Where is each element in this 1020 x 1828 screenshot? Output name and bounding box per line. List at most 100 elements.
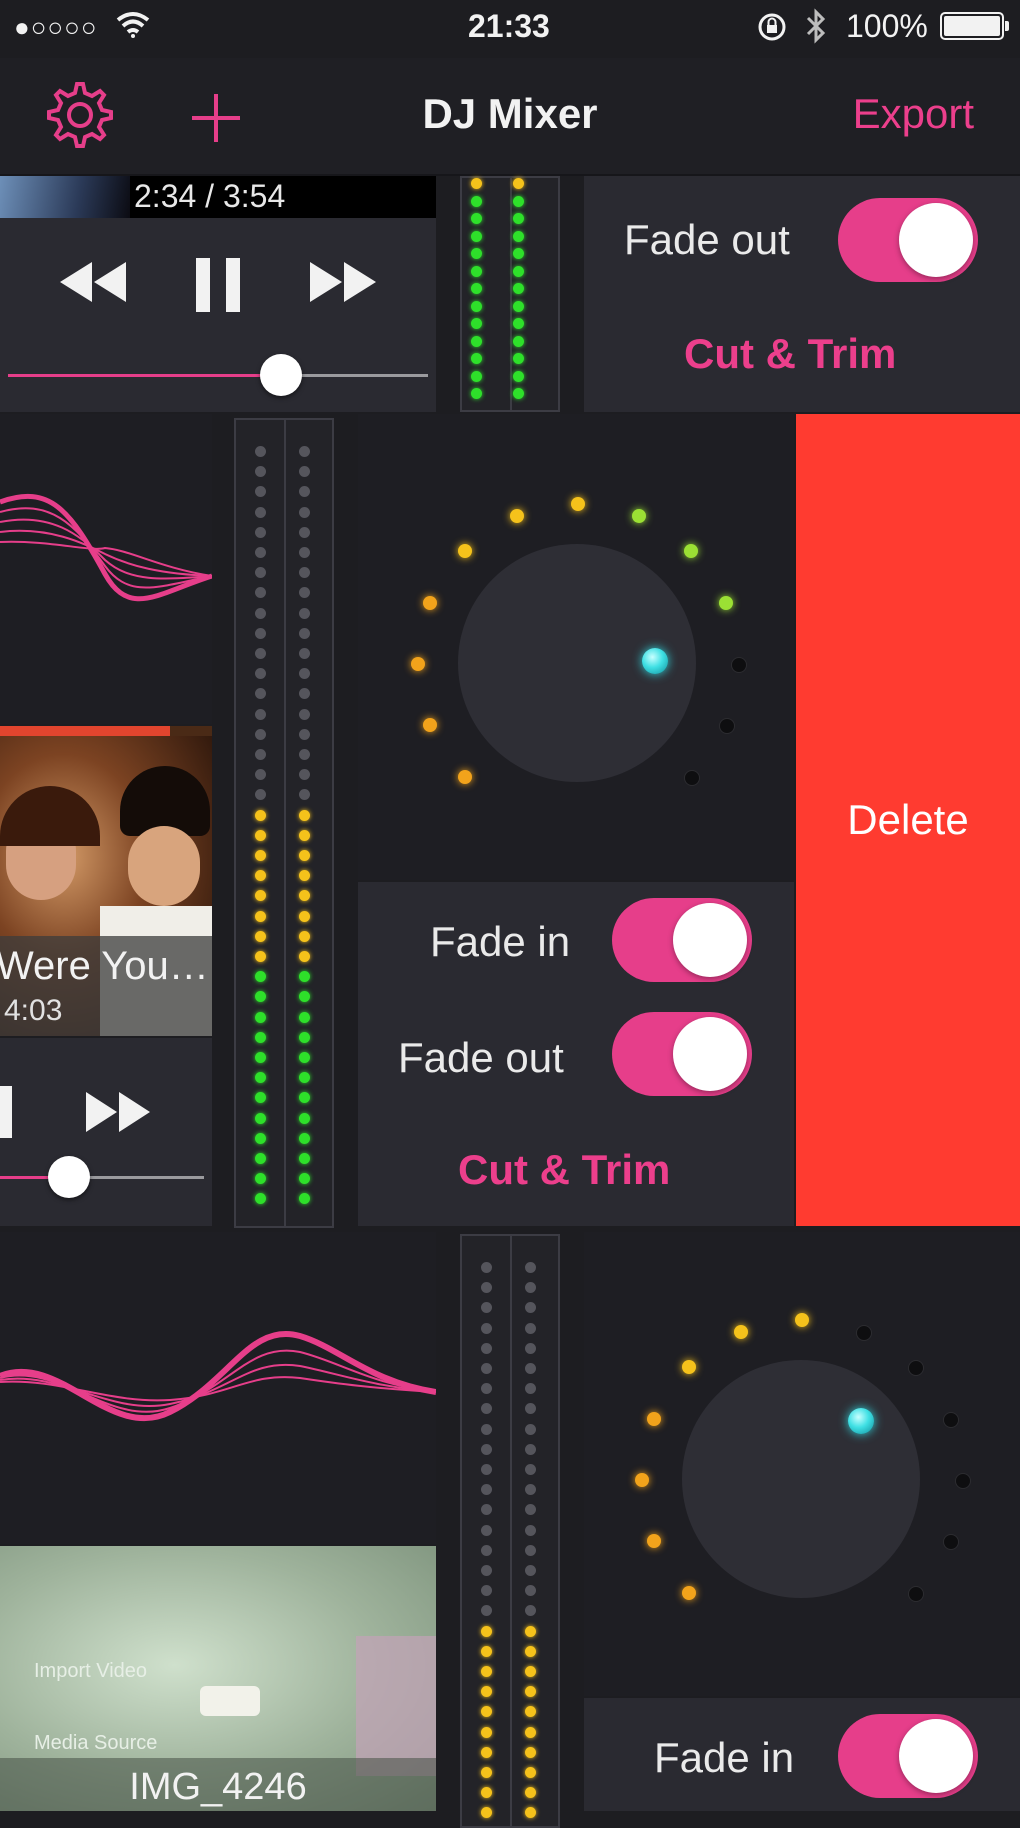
knob-led <box>423 595 438 610</box>
knob-led <box>856 1325 873 1342</box>
level-dot <box>525 1686 536 1698</box>
level-dot <box>525 1363 536 1374</box>
level-dot <box>471 178 482 189</box>
level-dot <box>299 668 310 680</box>
level-dot <box>481 1484 492 1496</box>
level-dot <box>513 300 524 312</box>
track-2-waveform-panel <box>0 414 213 724</box>
level-dot <box>255 991 266 1003</box>
level-dot <box>299 870 310 882</box>
level-dot <box>255 930 266 942</box>
level-dot <box>255 486 266 498</box>
track-2-player <box>0 1038 212 1226</box>
track-2-cut-trim-button[interactable]: Cut & Trim <box>458 1146 670 1194</box>
knob-led <box>684 543 699 558</box>
level-dot <box>471 265 482 277</box>
level-dot <box>481 1807 492 1819</box>
level-dot <box>525 1383 536 1395</box>
knob-led <box>423 718 438 733</box>
rewind-icon[interactable] <box>58 260 128 304</box>
track-2-seek-slider[interactable] <box>0 1156 212 1198</box>
level-dot <box>525 1282 536 1294</box>
status-bar: ●○○○○ 21:33 100% <box>0 0 1020 58</box>
level-dot <box>481 1443 492 1455</box>
level-dot <box>299 930 310 942</box>
fast-forward-icon[interactable] <box>84 1090 152 1134</box>
level-dot <box>513 353 524 364</box>
level-dot <box>525 1767 536 1778</box>
level-dot <box>525 1524 536 1536</box>
track-3-controls: Fade in <box>584 1698 1020 1811</box>
level-dot <box>513 195 524 207</box>
pause-icon[interactable] <box>0 1086 12 1138</box>
level-dot <box>513 248 524 259</box>
level-dot <box>255 1112 266 1124</box>
level-dot <box>513 230 524 242</box>
level-dot <box>299 809 310 821</box>
knob-led <box>635 1473 649 1487</box>
level-dot <box>525 1262 536 1273</box>
level-dot <box>255 1011 266 1023</box>
level-dot <box>513 370 524 382</box>
track-2-level-meter <box>234 418 334 1228</box>
level-dot <box>255 668 266 680</box>
rotation-lock-icon <box>758 13 786 41</box>
level-dot <box>513 318 524 329</box>
level-dot <box>525 1807 536 1819</box>
level-dot <box>255 1132 266 1144</box>
level-dot <box>525 1706 536 1718</box>
level-dot <box>481 1383 492 1395</box>
level-dot <box>299 587 310 599</box>
level-dot <box>299 890 310 902</box>
knob-led <box>942 1411 959 1428</box>
pause-icon[interactable] <box>194 256 242 314</box>
level-dot <box>299 769 310 781</box>
track-3-volume-knob[interactable] <box>682 1360 920 1598</box>
level-dot <box>255 466 266 478</box>
track-2-controls: Fade in Fade out Cut & Trim <box>358 882 794 1226</box>
delete-button[interactable]: Delete <box>796 414 1020 1226</box>
level-dot <box>255 890 266 902</box>
level-dot <box>299 991 310 1003</box>
level-dot <box>471 388 482 399</box>
level-dot <box>481 1302 492 1314</box>
level-dot <box>299 1193 310 1205</box>
level-dot <box>255 1092 266 1104</box>
level-dot <box>255 951 266 962</box>
bluetooth-icon <box>806 8 826 44</box>
level-dot <box>299 466 310 478</box>
level-dot <box>255 870 266 882</box>
track-2-knob-indicator <box>642 648 668 674</box>
level-dot <box>513 213 524 224</box>
fast-forward-icon[interactable] <box>308 260 378 304</box>
export-button[interactable]: Export <box>853 90 974 138</box>
track-2-fade-out-toggle[interactable] <box>612 1012 752 1096</box>
level-dot <box>255 910 266 922</box>
level-dot <box>299 446 310 457</box>
track-2-fade-in-toggle[interactable] <box>612 898 752 982</box>
level-dot <box>255 567 266 579</box>
level-dot <box>255 850 266 861</box>
knob-led <box>411 657 425 671</box>
track-2-album-art: Were You… 4:03 <box>0 726 212 1036</box>
level-dot <box>299 1092 310 1104</box>
level-dot <box>525 1302 536 1314</box>
level-dot <box>471 283 482 294</box>
track-1-fade-out-toggle[interactable] <box>838 198 978 282</box>
track-3-fade-in-toggle[interactable] <box>838 1714 978 1798</box>
level-dot <box>255 749 266 760</box>
level-dot <box>255 1193 266 1205</box>
level-dot <box>299 1173 310 1185</box>
level-dot <box>525 1666 536 1677</box>
level-dot <box>513 335 524 347</box>
track-1-cut-trim-button[interactable]: Cut & Trim <box>684 330 896 378</box>
level-dot <box>471 213 482 224</box>
thumbnail-text-1: Import Video <box>34 1660 148 1682</box>
knob-led <box>731 657 747 673</box>
level-dot <box>481 1524 492 1536</box>
level-dot <box>481 1363 492 1374</box>
track-1-seek-slider[interactable] <box>0 354 436 396</box>
track-1-level-meter <box>460 176 560 412</box>
wifi-icon <box>116 12 150 38</box>
level-dot <box>481 1544 492 1556</box>
